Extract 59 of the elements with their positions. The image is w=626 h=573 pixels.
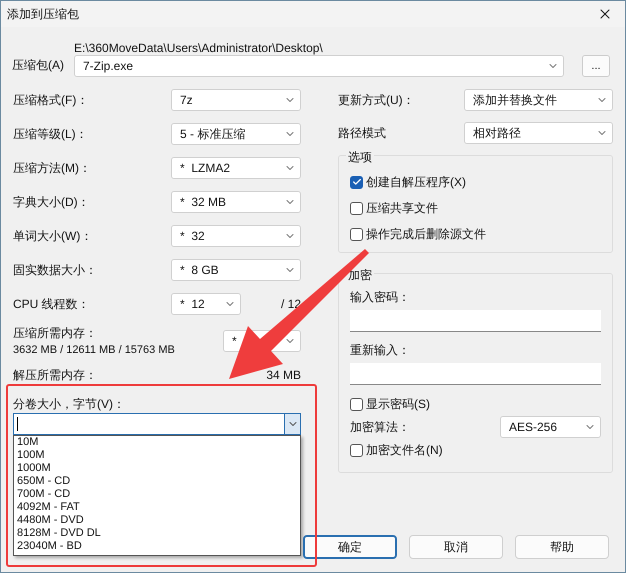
dropdown[interactable]: 7z: [171, 89, 301, 111]
text-caret: [17, 417, 18, 431]
field-label: 解压所需内存：: [13, 367, 97, 384]
field-label: 单词大小(W)：: [13, 228, 92, 245]
checkbox-label: 加密文件名(N): [366, 442, 443, 459]
archive-name-combo[interactable]: 7-Zip.exe: [74, 55, 564, 77]
dropdown-option[interactable]: 10M: [17, 436, 300, 449]
group-title: 选项: [346, 148, 374, 166]
dropdown-option[interactable]: 650M - CD: [17, 475, 300, 488]
checkbox[interactable]: [350, 398, 363, 410]
field-label: CPU 线程数：: [13, 296, 91, 313]
dialog-button[interactable]: 确定: [303, 535, 397, 559]
checkbox-label: 创建自解压程序(X): [366, 174, 466, 191]
field-label: 固实数据大小：: [13, 262, 97, 279]
dropdown[interactable]: 相对路径: [464, 122, 613, 144]
dropdown[interactable]: 5 - 标准压缩: [171, 123, 301, 145]
dropdown[interactable]: AES-256: [500, 416, 601, 438]
field-label: 输入密码：: [350, 289, 411, 306]
window-title: 添加到压缩包: [7, 6, 79, 23]
checkbox[interactable]: [350, 444, 363, 456]
field-label: 压缩格式(F)：: [13, 92, 88, 109]
split-size-combo[interactable]: [13, 413, 301, 435]
dropdown-option[interactable]: 4480M - DVD: [17, 514, 300, 527]
checkbox-label: 压缩共享文件: [366, 200, 438, 217]
checkbox[interactable]: [350, 202, 363, 214]
field-label: 加密算法：: [350, 419, 410, 436]
dropdown-option[interactable]: 1000M: [17, 462, 300, 475]
checkbox-label: 显示密码(S): [366, 396, 430, 413]
checkbox[interactable]: [350, 228, 363, 240]
memory-usage: 3632 MB / 12611 MB / 15763 MB: [13, 342, 175, 358]
field-label: 重新输入：: [350, 342, 411, 359]
dropdown[interactable]: * 32 MB: [171, 191, 301, 213]
dropdown-option[interactable]: 23040M - BD: [17, 540, 300, 553]
dialog-button[interactable]: 取消: [409, 535, 503, 559]
archive-path: E:\360MoveData\Users\Administrator\Desktop\: [74, 40, 324, 55]
dropdown[interactable]: 添加并替换文件: [464, 89, 613, 111]
field-label: 压缩包(A): [12, 57, 65, 74]
checkbox[interactable]: [350, 176, 363, 188]
dropdown[interactable]: * 32: [171, 225, 301, 247]
password-confirm-field[interactable]: [350, 363, 601, 385]
field-label: 压缩方法(M)：: [13, 160, 91, 177]
checkbox-label: 操作完成后删除源文件: [366, 226, 486, 243]
dropdown-option[interactable]: 700M - CD: [17, 488, 300, 501]
decompress-memory-value: 34 MB: [266, 367, 301, 384]
field-label: 压缩所需内存：: [13, 324, 98, 342]
field-label: 分卷大小，字节(V)：: [13, 396, 126, 413]
dropdown[interactable]: * LZMA2: [171, 157, 301, 179]
dropdown[interactable]: * 12: [171, 293, 241, 315]
dropdown-option[interactable]: 8128M - DVD DL: [17, 527, 300, 540]
browse-button[interactable]: ...: [582, 55, 610, 77]
field-label: 压缩等级(L)：: [13, 126, 88, 143]
field-label: 字典大小(D)：: [13, 194, 90, 211]
dialog-button[interactable]: 帮助: [515, 535, 609, 559]
dropdown-option[interactable]: 4092M - FAT: [17, 501, 300, 514]
field-label: 更新方式(U)：: [338, 92, 415, 109]
dropdown[interactable]: * 8 GB: [171, 259, 301, 281]
password-field[interactable]: [350, 310, 601, 332]
dropdown-option[interactable]: 100M: [17, 449, 300, 462]
field-label: 路径模式: [338, 125, 386, 142]
